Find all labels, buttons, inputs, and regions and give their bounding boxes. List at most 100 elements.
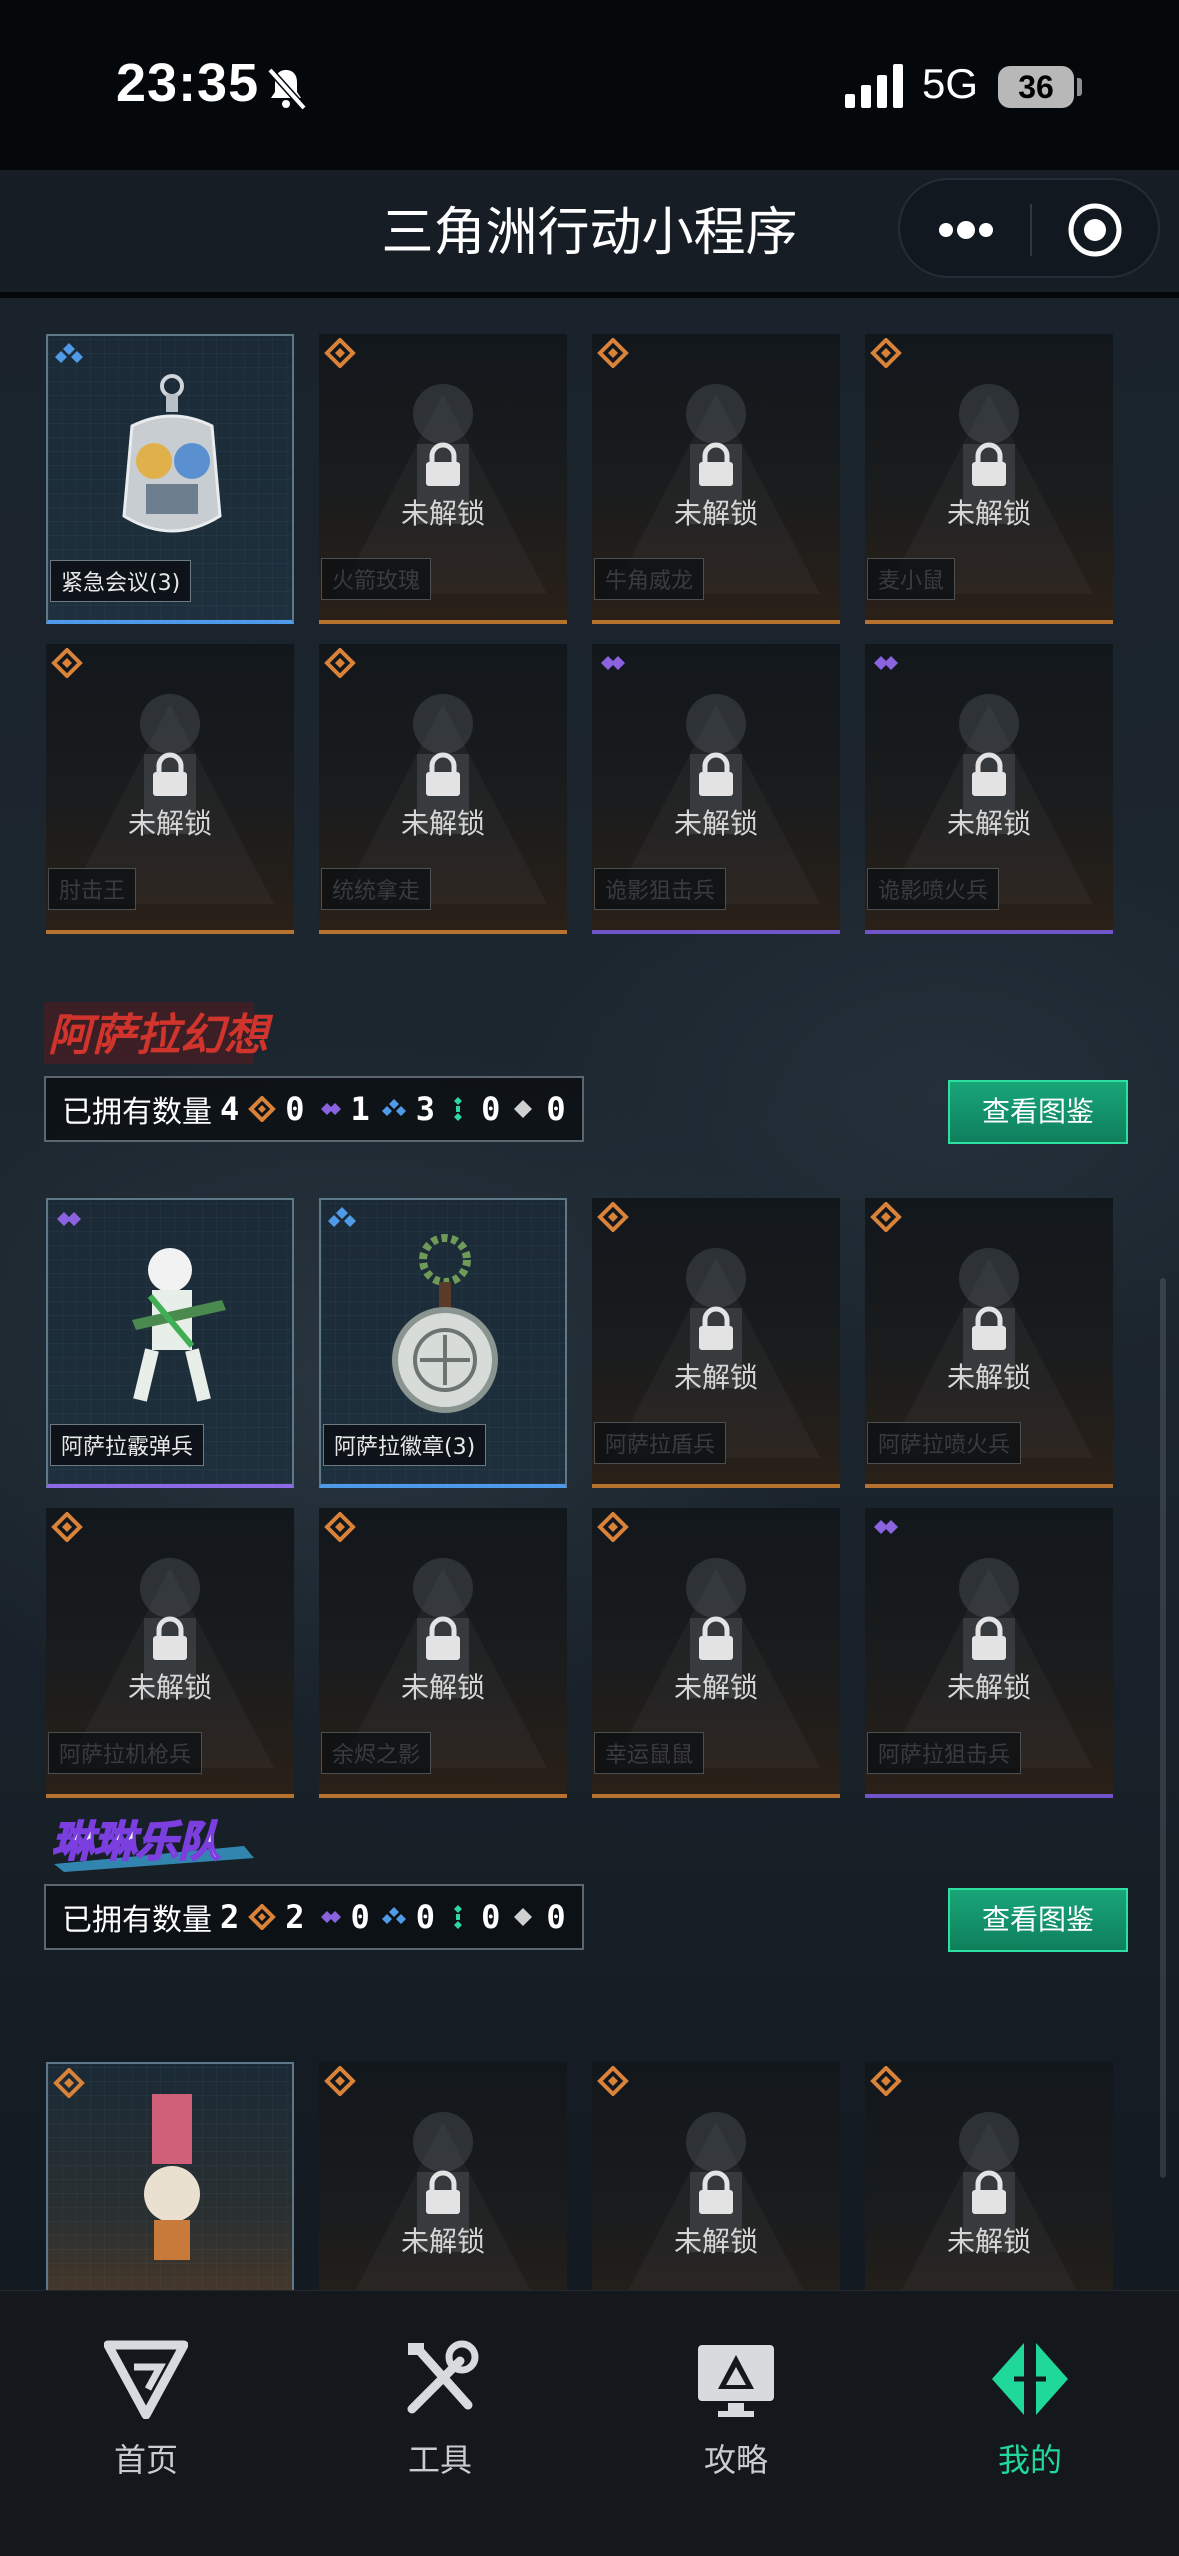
tab-label: 攻略: [703, 2441, 768, 2479]
collection-card-locked[interactable]: 未解锁 牛角威龙: [592, 334, 840, 624]
collection-card-owned[interactable]: 阿萨拉霰弹兵: [46, 1198, 294, 1488]
network-label: 5G: [922, 60, 979, 107]
collection-card-locked[interactable]: 未解锁 火箭玫瑰: [319, 334, 567, 624]
tab-label: 工具: [407, 2441, 472, 2479]
battery-cap: [1077, 78, 1082, 96]
green-rarity-icon: [454, 1905, 463, 1929]
collection-card-locked[interactable]: 未解锁: [865, 2062, 1113, 2290]
purple-rarity-icon: [874, 1520, 898, 1534]
tab-home[interactable]: 首页: [46, 2339, 246, 2499]
purple-rarity-icon: [320, 1911, 341, 1923]
locked-label: 未解锁: [946, 1671, 1031, 1704]
purple-rarity-icon: [320, 1103, 341, 1115]
owned-count: 2: [220, 1898, 240, 1936]
item-name: 诡影喷火兵: [867, 868, 1000, 910]
lock-icon: [699, 752, 733, 796]
profile-icon: [992, 2343, 1068, 2415]
item-name: 阿萨拉狙击兵: [867, 1732, 1022, 1774]
white-rarity-icon: [514, 1908, 533, 1926]
signal-icon: [845, 64, 903, 108]
status-bar: 23:35 5G 36 三角洲行动小程序: [0, 0, 1179, 278]
white-count: 0: [546, 1090, 566, 1128]
collection-card-locked[interactable]: 未解锁 统统拿走: [319, 644, 567, 934]
owned-count: 4: [220, 1090, 240, 1128]
section-logo-text: 阿萨拉幻想: [48, 1010, 274, 1061]
collection-card-locked[interactable]: 未解锁诡影喷火兵: [865, 644, 1113, 934]
collection-card-owned[interactable]: [46, 2062, 294, 2290]
white-rarity-icon: [514, 1100, 533, 1118]
purple-rarity-icon: [874, 656, 898, 670]
collection-card-locked[interactable]: 未解锁 诡影狙击兵: [592, 644, 840, 934]
lock-icon: [699, 1306, 733, 1350]
orange-rarity-icon: [51, 1512, 83, 1542]
lock-icon: [972, 752, 1006, 796]
collection-card-locked[interactable]: 未解锁 幸运鼠鼠: [592, 1508, 840, 1798]
item-name: 麦小鼠: [867, 558, 956, 600]
lock-icon: [699, 1616, 733, 1660]
tab-profile[interactable]: 我的: [930, 2339, 1130, 2499]
tab-tools[interactable]: 工具: [340, 2339, 540, 2499]
orange-rarity-icon: [51, 648, 83, 678]
orange-count: 2: [285, 1898, 305, 1936]
item-name: 阿萨拉霰弹兵: [50, 1424, 205, 1466]
view-gallery-button[interactable]: 查看图鉴: [948, 1888, 1128, 1952]
orange-rarity-icon: [53, 2068, 85, 2098]
collection-card-locked[interactable]: 未解锁: [592, 2062, 840, 2290]
more-icon[interactable]: [934, 216, 998, 244]
collection-card-locked[interactable]: 未解锁 阿萨拉盾兵: [592, 1198, 840, 1488]
band-logo: 琳琳乐队: [51, 1816, 254, 1872]
locked-label: 未解锁: [946, 1361, 1031, 1394]
orange-rarity-icon: [324, 2066, 356, 2096]
lock-icon: [699, 442, 733, 486]
keychain-art: [122, 374, 222, 533]
orange-rarity-icon: [324, 648, 356, 678]
collection-card-locked[interactable]: 未解锁: [319, 2062, 567, 2290]
item-name: 阿萨拉喷火兵: [867, 1422, 1022, 1464]
collection-card-locked[interactable]: 未解锁 余烬之影: [319, 1508, 567, 1798]
orange-rarity-icon: [597, 1202, 629, 1232]
mini-program-capsule: [898, 178, 1160, 278]
purple-count: 1: [350, 1090, 370, 1128]
tools-icon: [407, 2340, 479, 2414]
lock-icon: [972, 1306, 1006, 1350]
locked-label: 未解锁: [400, 1671, 485, 1704]
collection-card-owned[interactable]: 阿萨拉徽章(3): [319, 1198, 567, 1488]
guide-icon: [698, 2345, 774, 2417]
blue-count: 3: [415, 1090, 436, 1128]
green-count: 0: [481, 1090, 501, 1128]
scrollbar[interactable]: [1160, 1278, 1166, 2178]
blue-rarity-icon: [55, 343, 83, 363]
lock-icon: [972, 2170, 1006, 2214]
orange-rarity-icon: [324, 338, 356, 368]
tab-bar: 首页 工具 攻略 我的: [0, 2290, 1179, 2556]
collection-content[interactable]: 紧急会议(3) 未解锁 火箭玫瑰 未解锁 牛角威龙 未解锁 麦小鼠 未解锁 肘击王 未解…: [0, 298, 1179, 2290]
close-target-icon[interactable]: [1065, 200, 1125, 260]
lock-icon: [972, 442, 1006, 486]
collection-card-locked[interactable]: 未解锁阿萨拉喷火兵: [865, 1198, 1113, 1488]
lock-icon: [426, 1616, 460, 1660]
collection-card-locked[interactable]: 未解锁 肘击王: [46, 644, 294, 934]
orange-rarity-icon: [324, 1512, 356, 1542]
item-name: 阿萨拉机枪兵: [48, 1732, 203, 1774]
collection-card-owned[interactable]: 紧急会议(3): [46, 334, 294, 624]
lock-icon: [426, 2170, 460, 2214]
tab-guide[interactable]: 攻略: [636, 2339, 836, 2499]
item-name: 统统拿走: [321, 868, 432, 910]
orange-rarity-icon: [870, 338, 902, 368]
collection-card-locked[interactable]: 未解锁阿萨拉狙击兵: [865, 1508, 1113, 1798]
owned-stats-box: 已拥有数量 4 0 1 3 0 0: [44, 1076, 584, 1142]
blue-rarity-icon: [328, 1207, 356, 1227]
lock-icon: [699, 2170, 733, 2214]
lock-icon: [426, 752, 460, 796]
orange-rarity-icon: [870, 2066, 902, 2096]
view-gallery-button[interactable]: 查看图鉴: [948, 1080, 1128, 1144]
collection-card-locked[interactable]: 未解锁 麦小鼠: [865, 334, 1113, 624]
collection-card-locked[interactable]: 未解锁 阿萨拉机枪兵: [46, 1508, 294, 1798]
status-time: 23:35: [116, 53, 260, 113]
lock-icon: [153, 752, 187, 796]
purple-rarity-icon: [601, 656, 625, 670]
capsule-divider: [1030, 204, 1032, 256]
locked-label: 未解锁: [946, 807, 1031, 840]
green-count: 0: [481, 1898, 501, 1936]
orange-rarity-icon: [870, 1202, 902, 1232]
